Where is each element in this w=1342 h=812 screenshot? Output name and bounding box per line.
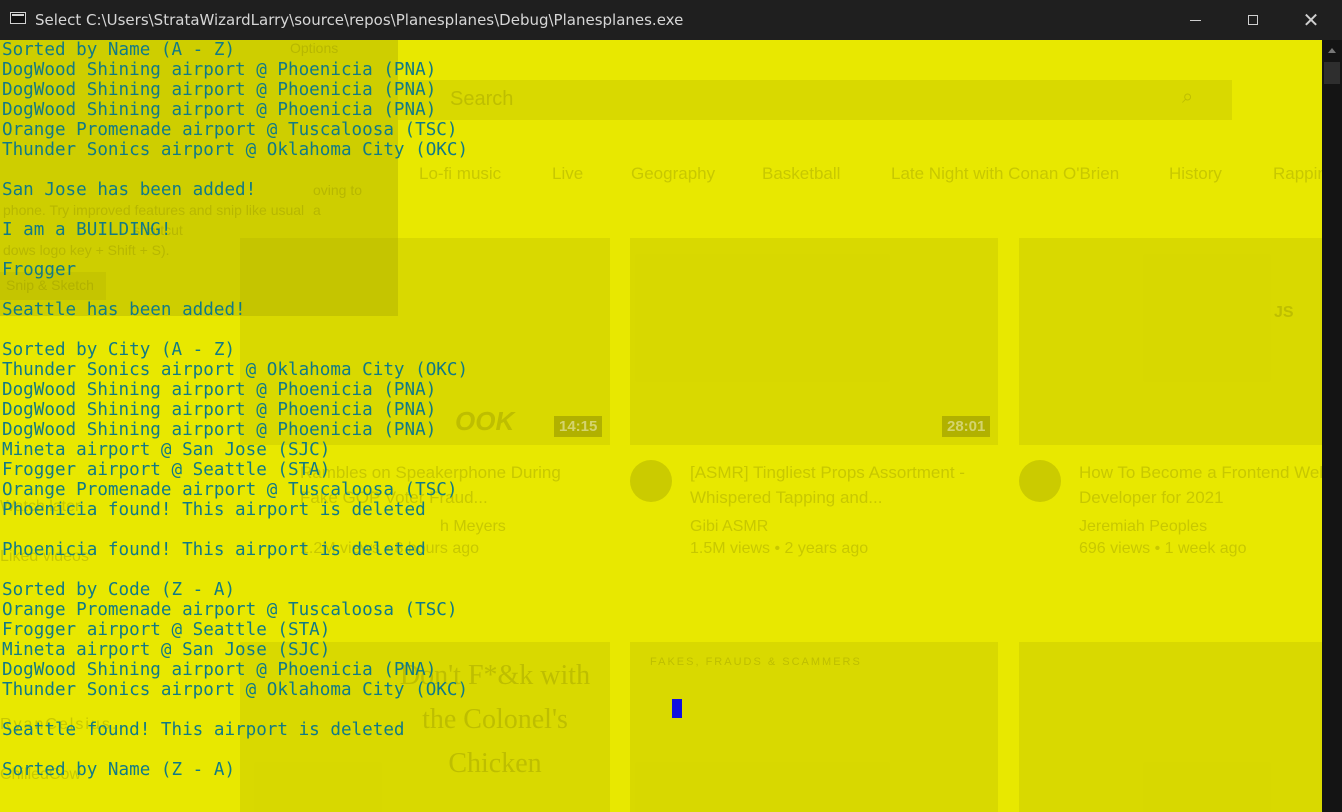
vertical-scrollbar[interactable] xyxy=(1322,40,1342,812)
chip-rapping[interactable]: Rapping xyxy=(1273,164,1322,184)
window-title-bar[interactable]: Select C:\Users\StrataWizardLarry\source… xyxy=(0,0,1342,40)
minimize-icon xyxy=(1189,19,1201,21)
channel-avatar-3[interactable] xyxy=(1019,460,1061,502)
video-thumbnail-6[interactable] xyxy=(1019,642,1322,812)
console-line: DogWood Shining airport @ Phoenicia (PNA… xyxy=(2,60,437,80)
video-title-3[interactable]: How To Become a Frontend Web Developer f… xyxy=(1079,460,1322,510)
video-channel-2[interactable]: Gibi ASMR xyxy=(690,518,768,536)
chip-history[interactable]: History xyxy=(1169,164,1222,184)
chip-conan[interactable]: Late Night with Conan O'Brien xyxy=(891,164,1119,184)
search-icon: ⌕ xyxy=(1182,86,1194,108)
console-text: Sorted by Name (A - Z) DogWood Shining ai… xyxy=(2,40,468,780)
search-input[interactable]: Search xyxy=(398,80,1154,120)
console-line: Frogger airport @ Seattle (STA) xyxy=(2,620,331,640)
video-thumbnail-2[interactable]: 28:01 xyxy=(630,238,998,445)
console-line: DogWood Shining airport @ Phoenicia (PNA… xyxy=(2,400,437,420)
window-title: Select C:\Users\StrataWizardLarry\source… xyxy=(35,11,684,29)
maximize-button[interactable] xyxy=(1224,0,1282,40)
console-line: Thunder Sonics airport @ Oklahoma City (… xyxy=(2,680,469,700)
maximize-icon xyxy=(1248,15,1258,25)
close-icon: ✕ xyxy=(1302,8,1320,32)
console-line: Orange Promenade airport @ Tuscaloosa (T… xyxy=(2,480,458,500)
console-line: DogWood Shining airport @ Phoenicia (PNA… xyxy=(2,380,437,400)
console-app-icon xyxy=(10,12,26,24)
console-line: Frogger xyxy=(2,260,77,280)
video-meta-2: 1.5M views • 2 years ago xyxy=(690,540,869,557)
console-line: Phoenicia found! This airport is deleted xyxy=(2,540,426,560)
chip-live[interactable]: Live xyxy=(552,164,583,184)
text-cursor xyxy=(672,699,682,718)
console-line: I am a BUILDING! xyxy=(2,220,172,240)
close-button[interactable]: ✕ xyxy=(1282,0,1340,40)
console-line: DogWood Shining airport @ Phoenicia (PNA… xyxy=(2,80,437,100)
chip-basketball[interactable]: Basketball xyxy=(762,164,840,184)
console-line: Frogger airport @ Seattle (STA) xyxy=(2,460,331,480)
console-line: DogWood Shining airport @ Phoenicia (PNA… xyxy=(2,100,437,120)
video-channel-3[interactable]: Jeremiah Peoples xyxy=(1079,518,1207,536)
console-line: Seattle found! This airport is deleted xyxy=(2,720,405,740)
console-line: Sorted by City (A - Z) xyxy=(2,340,236,360)
video-thumbnail-3[interactable]: JS xyxy=(1019,238,1322,445)
scroll-thumb[interactable] xyxy=(1324,62,1340,84)
console-line: Sorted by Name (A - Z) xyxy=(2,40,236,60)
channel-avatar-2[interactable] xyxy=(630,460,672,502)
console-line: Sorted by Code (Z - A) xyxy=(2,580,236,600)
console-line: Orange Promenade airport @ Tuscaloosa (T… xyxy=(2,120,458,140)
minimize-button[interactable] xyxy=(1166,0,1224,40)
console-line: DogWood Shining airport @ Phoenicia (PNA… xyxy=(2,660,437,680)
console-line: Phoenicia found! This airport is deleted xyxy=(2,500,426,520)
console-line: Thunder Sonics airport @ Oklahoma City (… xyxy=(2,140,469,160)
console-line: Mineta airport @ San Jose (SJC) xyxy=(2,640,331,660)
console-line: Seattle has been added! xyxy=(2,300,246,320)
video-meta-3: 696 views • 1 week ago xyxy=(1079,540,1247,557)
console-line: Sorted by Name (Z - A) xyxy=(2,760,236,780)
console-line: Orange Promenade airport @ Tuscaloosa (T… xyxy=(2,600,458,620)
chip-geography[interactable]: Geography xyxy=(631,164,715,184)
console-output-area[interactable]: Options oving to a phone. Try improved f… xyxy=(0,40,1322,812)
video-title-2[interactable]: [ASMR] Tingliest Props Assortment - Whis… xyxy=(690,460,990,510)
console-line: Mineta airport @ San Jose (SJC) xyxy=(2,440,331,460)
console-line: San Jose has been added! xyxy=(2,180,257,200)
search-button[interactable]: ⌕ xyxy=(1154,80,1232,120)
video-thumbnail-5[interactable]: FAKES, FRAUDS & SCAMMERS xyxy=(630,642,998,812)
console-line: Thunder Sonics airport @ Oklahoma City (… xyxy=(2,360,469,380)
console-line: DogWood Shining airport @ Phoenicia (PNA… xyxy=(2,420,437,440)
scroll-up-arrow-icon[interactable] xyxy=(1328,48,1336,53)
